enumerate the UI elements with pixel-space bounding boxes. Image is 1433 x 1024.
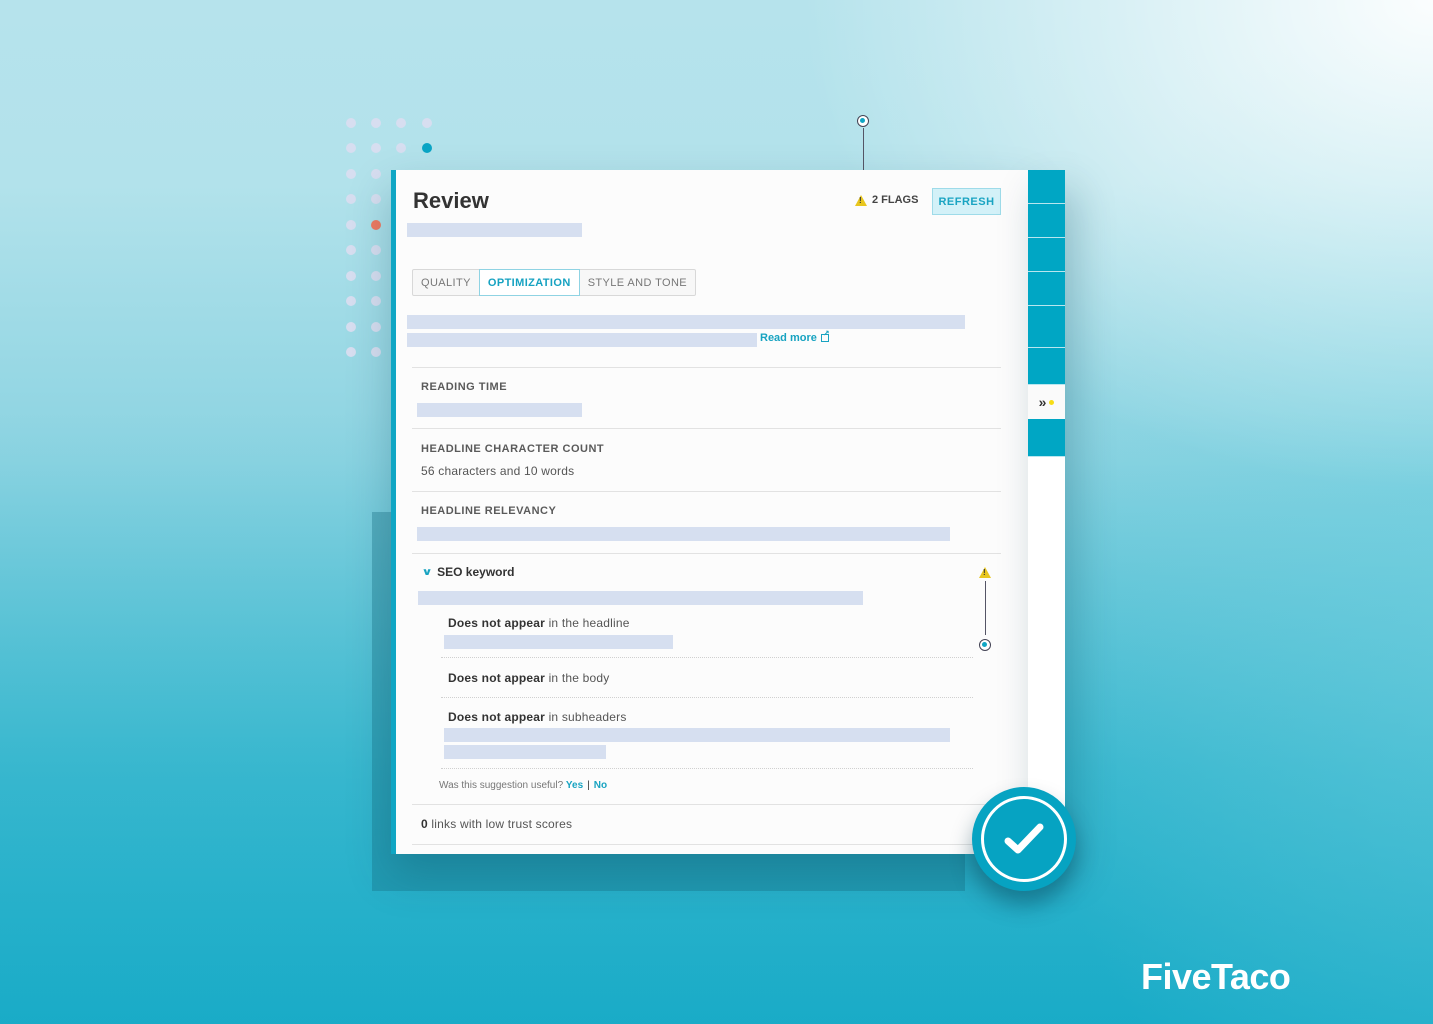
callout-line: [985, 581, 986, 635]
dot-accent: [422, 143, 432, 153]
feedback-no-link[interactable]: No: [594, 780, 607, 791]
divider: [412, 367, 1001, 368]
dot: [371, 322, 381, 332]
dotted-divider: [441, 768, 973, 769]
chevron-down-icon: ∨: [421, 566, 433, 578]
dot: [346, 220, 356, 230]
seo-item-subheaders: Does not appear in subheaders: [448, 710, 627, 724]
placeholder-keyword: [418, 591, 863, 605]
placeholder-reading-time: [417, 403, 582, 417]
check-ring: [981, 796, 1067, 882]
callout-pin: [979, 639, 991, 651]
feedback-yes-link[interactable]: Yes: [566, 780, 583, 791]
checkmark-icon: [1004, 823, 1044, 854]
dot-coral: [371, 220, 381, 230]
dot: [346, 245, 356, 255]
seo-item-headline: Does not appear in the headline: [448, 616, 630, 630]
placeholder-subtitle: [407, 223, 582, 237]
dot: [371, 245, 381, 255]
tab-optimization[interactable]: OPTIMIZATION: [478, 269, 580, 296]
divider: [412, 491, 1001, 492]
placeholder-subheader-detail: [444, 745, 606, 759]
seo-item-body: Does not appear in the body: [448, 671, 610, 685]
external-link-icon: [820, 329, 830, 342]
headline-count-value: 56 characters and 10 words: [421, 464, 575, 478]
divider: [412, 428, 1001, 429]
rail-tab[interactable]: [1028, 306, 1065, 348]
brand-logo: FiveTaco: [1141, 956, 1291, 997]
side-rail: »: [1028, 170, 1065, 854]
dot: [371, 118, 381, 128]
dot: [371, 169, 381, 179]
read-more-label: Read more: [760, 332, 817, 344]
feedback-separator: |: [587, 780, 590, 791]
dot: [346, 296, 356, 306]
dot: [396, 118, 406, 128]
dot: [346, 143, 356, 153]
dot: [422, 118, 432, 128]
tab-quality[interactable]: QUALITY: [413, 270, 479, 295]
feedback-prompt: Was this suggestion useful? Yes | No: [439, 780, 607, 791]
headline-count-label: HEADLINE CHARACTER COUNT: [421, 443, 605, 455]
refresh-button[interactable]: REFRESH: [932, 188, 1001, 215]
dot: [371, 271, 381, 281]
flags-count: 2 FLAGS: [872, 194, 919, 206]
dot: [346, 322, 356, 332]
read-more-link[interactable]: Read more: [760, 329, 830, 344]
dot: [346, 118, 356, 128]
collapse-rail-button[interactable]: »: [1028, 385, 1065, 419]
placeholder-description-line: [407, 315, 965, 329]
dot: [371, 347, 381, 357]
low-trust-links: 0 links with low trust scores: [421, 817, 573, 831]
rail-tab[interactable]: [1028, 204, 1065, 238]
dotted-divider: [441, 657, 973, 658]
double-chevron-right-icon: »: [1038, 394, 1047, 410]
dot: [346, 271, 356, 281]
placeholder-headline-detail: [444, 635, 673, 649]
warning-icon: [855, 194, 867, 206]
dot: [346, 194, 356, 204]
rail-tab[interactable]: [1028, 272, 1065, 306]
page-title: Review: [413, 188, 489, 213]
placeholder-relevancy: [417, 527, 950, 541]
seo-keyword-label: SEO keyword: [437, 565, 515, 579]
feedback-question: Was this suggestion useful?: [439, 780, 564, 791]
dotted-divider: [441, 697, 973, 698]
divider: [412, 553, 1001, 554]
placeholder-description-line: [407, 333, 757, 347]
dot: [371, 194, 381, 204]
notification-dot: [1049, 399, 1055, 405]
success-badge: [972, 787, 1076, 891]
flags-indicator[interactable]: 2 FLAGS: [855, 194, 918, 206]
rail-tab[interactable]: [1028, 238, 1065, 272]
placeholder-subheader-detail: [444, 728, 950, 742]
rail-tab[interactable]: [1028, 419, 1065, 457]
seo-keyword-toggle[interactable]: ∨ SEO keyword: [421, 565, 515, 579]
dot: [346, 347, 356, 357]
dot: [396, 143, 406, 153]
seo-warning-icon: [979, 567, 991, 578]
dot: [371, 296, 381, 306]
divider: [412, 804, 1001, 805]
headline-relevancy-label: HEADLINE RELEVANCY: [421, 505, 557, 517]
rail-tab[interactable]: [1028, 348, 1065, 385]
dot: [371, 143, 381, 153]
tab-style-and-tone[interactable]: STYLE AND TONE: [580, 270, 695, 295]
tab-bar: QUALITY OPTIMIZATION STYLE AND TONE: [412, 269, 697, 296]
dot: [346, 169, 356, 179]
rail-tab[interactable]: [1028, 170, 1065, 204]
callout-pin: [857, 115, 869, 127]
review-panel: Review 2 FLAGS REFRESH QUALITY OPTIMIZAT…: [391, 170, 1028, 854]
reading-time-label: READING TIME: [421, 381, 508, 393]
divider: [412, 844, 1001, 845]
